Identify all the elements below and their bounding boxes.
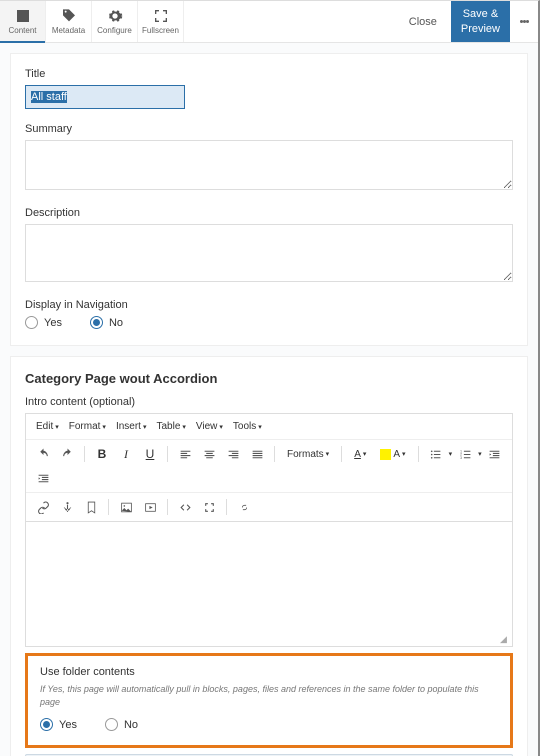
use-folder-contents-section: Use folder contents If Yes, this page wi… bbox=[25, 653, 513, 748]
title-label: Title bbox=[25, 68, 513, 80]
undo-button[interactable] bbox=[32, 444, 54, 464]
code-icon bbox=[179, 501, 192, 514]
menu-view[interactable]: View▾ bbox=[192, 419, 227, 434]
italic-button[interactable]: I bbox=[115, 444, 137, 464]
anchor-icon bbox=[61, 501, 74, 514]
redo-button[interactable] bbox=[56, 444, 78, 464]
media-icon bbox=[144, 501, 157, 514]
content-icon bbox=[15, 8, 31, 24]
save-preview-button[interactable]: Save & Preview bbox=[451, 1, 510, 42]
align-left-icon bbox=[179, 448, 192, 461]
resize-handle-icon[interactable]: ◢ bbox=[500, 634, 510, 644]
fullscreen-editor-button[interactable] bbox=[198, 497, 220, 517]
unlink-icon bbox=[238, 501, 251, 514]
image-button[interactable] bbox=[115, 497, 137, 517]
display-nav-label: Display in Navigation bbox=[25, 299, 513, 311]
tab-metadata[interactable]: Metadata bbox=[46, 1, 92, 42]
bullet-list-button[interactable] bbox=[425, 444, 447, 464]
use-folder-yes[interactable]: Yes bbox=[40, 718, 77, 731]
topbar: Content Metadata Configure Fullscreen Cl… bbox=[0, 1, 538, 43]
menu-table[interactable]: Table▾ bbox=[152, 419, 189, 434]
align-center-button[interactable] bbox=[198, 444, 220, 464]
menu-edit[interactable]: Edit▾ bbox=[32, 419, 63, 434]
outdent-icon bbox=[488, 448, 501, 461]
color-swatch-icon bbox=[380, 449, 391, 460]
display-nav-no[interactable]: No bbox=[90, 316, 123, 329]
formats-dropdown[interactable]: Formats▾ bbox=[281, 447, 335, 462]
list-ol-icon: 123 bbox=[459, 448, 472, 461]
radio-icon bbox=[105, 718, 118, 731]
summary-label: Summary bbox=[25, 123, 513, 135]
anchor-button[interactable] bbox=[56, 497, 78, 517]
close-button[interactable]: Close bbox=[395, 1, 451, 42]
underline-button[interactable]: U bbox=[139, 444, 161, 464]
description-label: Description bbox=[25, 207, 513, 219]
more-menu-button[interactable] bbox=[510, 1, 538, 42]
tab-label: Metadata bbox=[52, 26, 85, 35]
list-ul-icon bbox=[429, 448, 442, 461]
svg-text:3: 3 bbox=[460, 455, 462, 459]
image-icon bbox=[120, 501, 133, 514]
outdent-button[interactable] bbox=[484, 444, 506, 464]
undo-icon bbox=[37, 448, 50, 461]
category-panel: Category Page wout Accordion Intro conte… bbox=[10, 356, 528, 756]
align-center-icon bbox=[203, 448, 216, 461]
basic-panel: Title Summary Description Display in Nav… bbox=[10, 53, 528, 346]
tag-icon bbox=[61, 8, 77, 24]
text-color-button[interactable]: A▾ bbox=[348, 447, 372, 462]
redo-icon bbox=[61, 448, 74, 461]
number-list-button[interactable]: 123 bbox=[454, 444, 476, 464]
use-folder-label: Use folder contents bbox=[40, 666, 498, 678]
intro-content-label: Intro content (optional) bbox=[25, 396, 513, 408]
radio-icon bbox=[40, 718, 53, 731]
bookmark-button[interactable] bbox=[80, 497, 102, 517]
description-input[interactable] bbox=[25, 224, 513, 282]
unlink-button[interactable] bbox=[233, 497, 255, 517]
intro-content-editor[interactable]: ◢ bbox=[25, 522, 513, 647]
bold-button[interactable]: B bbox=[91, 444, 113, 464]
display-nav-yes[interactable]: Yes bbox=[25, 316, 62, 329]
align-justify-icon bbox=[251, 448, 264, 461]
use-folder-hint: If Yes, this page will automatically pul… bbox=[40, 683, 498, 708]
menu-tools[interactable]: Tools▾ bbox=[229, 419, 266, 434]
radio-icon bbox=[25, 316, 38, 329]
use-folder-no[interactable]: No bbox=[105, 718, 138, 731]
tab-group: Content Metadata Configure Fullscreen bbox=[0, 1, 184, 42]
link-icon bbox=[37, 501, 50, 514]
summary-input[interactable] bbox=[25, 140, 513, 190]
wysiwyg-toolbar: Edit▾ Format▾ Insert▾ Table▾ View▾ Tools… bbox=[25, 413, 513, 522]
category-heading: Category Page wout Accordion bbox=[11, 357, 527, 396]
menu-format[interactable]: Format▾ bbox=[65, 419, 110, 434]
media-button[interactable] bbox=[139, 497, 161, 517]
fullscreen-icon bbox=[153, 8, 169, 24]
indent-button[interactable] bbox=[32, 468, 54, 488]
menu-insert[interactable]: Insert▾ bbox=[112, 419, 151, 434]
form-scroll[interactable]: Title Summary Description Display in Nav… bbox=[0, 43, 538, 756]
title-input[interactable] bbox=[25, 85, 185, 109]
tab-configure[interactable]: Configure bbox=[92, 1, 138, 42]
align-justify-button[interactable] bbox=[246, 444, 268, 464]
indent-icon bbox=[37, 472, 50, 485]
align-left-button[interactable] bbox=[174, 444, 196, 464]
expand-icon bbox=[203, 501, 216, 514]
bg-color-button[interactable]: A▾ bbox=[374, 447, 411, 462]
tab-label: Fullscreen bbox=[142, 26, 179, 35]
radio-icon bbox=[90, 316, 103, 329]
align-right-button[interactable] bbox=[222, 444, 244, 464]
tab-content[interactable]: Content bbox=[0, 1, 46, 42]
bookmark-icon bbox=[85, 501, 98, 514]
tab-label: Content bbox=[8, 26, 36, 35]
align-right-icon bbox=[227, 448, 240, 461]
link-button[interactable] bbox=[32, 497, 54, 517]
tab-label: Configure bbox=[97, 26, 132, 35]
tab-fullscreen[interactable]: Fullscreen bbox=[138, 1, 184, 42]
code-button[interactable] bbox=[174, 497, 196, 517]
gear-icon bbox=[107, 8, 123, 24]
